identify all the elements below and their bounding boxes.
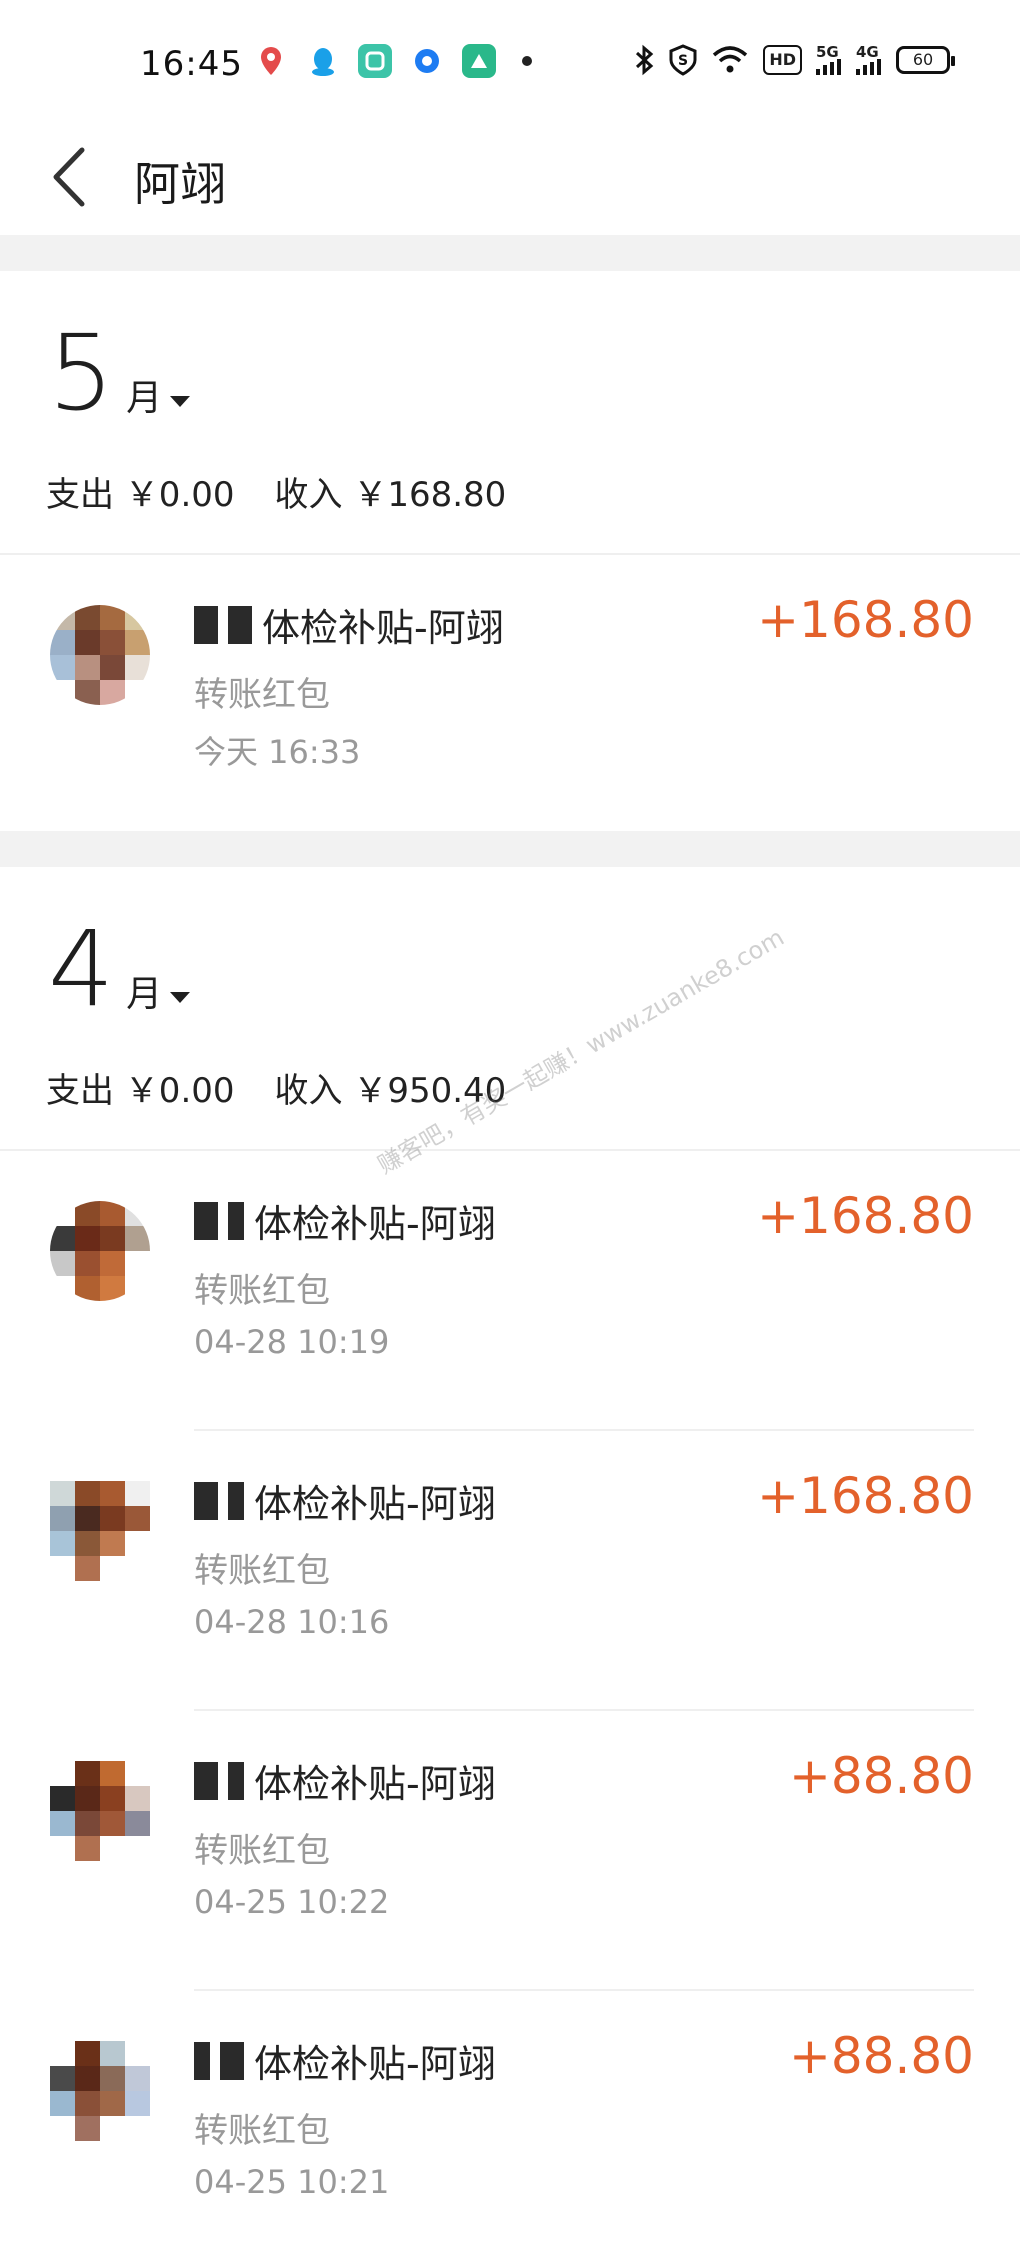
status-bar: 16:45 S HD 5G 4G 60	[0, 0, 1020, 120]
expense-value: ￥0.00	[124, 1071, 235, 1111]
redaction-block	[194, 1201, 218, 1240]
app-icon	[462, 44, 496, 78]
income-summary: 收入 ￥168.80	[275, 467, 507, 516]
status-time: 16:45	[140, 44, 243, 84]
avatar	[50, 1201, 150, 1301]
system-icons: S HD 5G 4G 60	[633, 44, 955, 76]
notes-icon	[358, 44, 392, 78]
avatar	[50, 605, 150, 705]
wifi-icon	[713, 46, 748, 73]
transaction-title-text: 体检补贴-阿翊	[254, 1762, 496, 1806]
transaction-title-text: 体检补贴-阿翊	[254, 2042, 496, 2086]
month-section-may: 5 月 支出 ￥0.00 收入 ￥168.80 体检补贴-阿翊 转账红包 今天 …	[0, 271, 1020, 831]
transaction-time: 04-28 10:16	[194, 1603, 390, 1641]
transaction-type: 转账红包	[194, 1271, 330, 1311]
transaction-type: 转账红包	[194, 2111, 330, 2151]
browser-icon	[410, 44, 444, 78]
section-gap	[0, 235, 1020, 271]
transaction-row[interactable]: 体检补贴-阿翊 转账红包 今天 16:33 +168.80	[0, 555, 1020, 835]
transaction-title: 体检补贴-阿翊	[194, 1193, 496, 1248]
transaction-title: 体检补贴-阿翊	[194, 1753, 496, 1808]
map-pin-icon	[254, 44, 288, 78]
transaction-time: 今天 16:33	[194, 733, 361, 771]
hd-badge: HD	[763, 45, 802, 75]
transaction-title: 体检补贴-阿翊	[194, 597, 504, 652]
redaction-block	[228, 1481, 244, 1520]
transaction-amount: +168.80	[757, 1467, 974, 1525]
month-selector[interactable]: 4 月	[48, 908, 191, 1030]
transaction-time: 04-28 10:19	[194, 1323, 390, 1361]
transaction-time: 04-25 10:22	[194, 1883, 390, 1921]
transaction-row[interactable]: 体检补贴-阿翊 转账红包 04-25 10:22 +88.80	[0, 1711, 1020, 1991]
redaction-block	[194, 1761, 218, 1800]
transaction-amount: +168.80	[757, 1187, 974, 1245]
month-number: 4	[48, 908, 115, 1030]
transaction-type: 转账红包	[194, 1551, 330, 1591]
month-summary: 支出 ￥0.00 收入 ￥168.80	[46, 467, 506, 516]
vpn-icon: S	[669, 44, 697, 76]
avatar	[50, 2041, 150, 2141]
expense-label: 支出	[46, 1071, 114, 1111]
month-unit: 月	[126, 378, 163, 419]
caret-down-icon	[170, 992, 191, 1003]
caret-down-icon	[170, 396, 191, 407]
redaction-block	[228, 1201, 244, 1240]
redaction-block	[194, 2041, 210, 2080]
notification-icons	[254, 44, 532, 78]
transaction-amount: +88.80	[788, 1747, 974, 1805]
redaction-block	[220, 2041, 244, 2080]
nav-header: 阿翊	[0, 120, 1020, 235]
avatar	[50, 1761, 150, 1861]
transaction-title: 体检补贴-阿翊	[194, 2033, 496, 2088]
transaction-row[interactable]: 体检补贴-阿翊 转账红包 04-25 10:21 +88.80	[0, 1991, 1020, 2267]
month-number: 5	[48, 312, 115, 434]
svg-text:S: S	[678, 53, 688, 69]
transaction-title: 体检补贴-阿翊	[194, 1473, 496, 1528]
month-summary: 支出 ￥0.00 收入 ￥950.40	[46, 1063, 506, 1112]
avatar	[50, 1481, 150, 1581]
month-unit: 月	[126, 974, 163, 1015]
transaction-time: 04-25 10:21	[194, 2163, 390, 2201]
month-selector[interactable]: 5 月	[48, 312, 191, 434]
back-arrow-icon[interactable]	[46, 142, 96, 212]
page-title: 阿翊	[134, 157, 226, 211]
transaction-type: 转账红包	[194, 675, 330, 715]
redaction-block	[194, 605, 218, 644]
redaction-block	[228, 1761, 244, 1800]
transaction-amount: +168.80	[757, 591, 974, 649]
income-value: ￥168.80	[353, 475, 507, 515]
dot-icon	[522, 56, 532, 66]
transaction-title-text: 体检补贴-阿翊	[254, 1202, 496, 1246]
transaction-row[interactable]: 体检补贴-阿翊 转账红包 04-28 10:19 +168.80	[0, 1151, 1020, 1431]
bluetooth-icon	[636, 44, 654, 76]
transaction-type: 转账红包	[194, 1831, 330, 1871]
redaction-block	[194, 1481, 218, 1520]
signal-5g-label: 5G	[816, 43, 839, 61]
expense-label: 支出	[46, 475, 114, 515]
transaction-amount: +88.80	[788, 2027, 974, 2085]
battery-level: 60	[912, 50, 934, 69]
signal-4g-label: 4G	[856, 43, 879, 61]
expense-summary: 支出 ￥0.00	[46, 1063, 235, 1112]
transaction-title-text: 体检补贴-阿翊	[254, 1482, 496, 1526]
signal-5g-icon: 5G	[816, 45, 842, 75]
qq-icon	[306, 44, 340, 78]
battery-icon: 60	[896, 46, 955, 74]
income-label: 收入	[274, 475, 343, 515]
transaction-title-text: 体检补贴-阿翊	[262, 606, 504, 650]
transaction-row[interactable]: 体检补贴-阿翊 转账红包 04-28 10:16 +168.80	[0, 1431, 1020, 1711]
expense-value: ￥0.00	[124, 475, 235, 515]
signal-4g-icon: 4G	[856, 45, 882, 75]
expense-summary: 支出 ￥0.00	[46, 467, 235, 516]
income-label: 收入	[274, 1071, 343, 1111]
redaction-block	[228, 605, 252, 644]
section-gap	[0, 831, 1020, 867]
